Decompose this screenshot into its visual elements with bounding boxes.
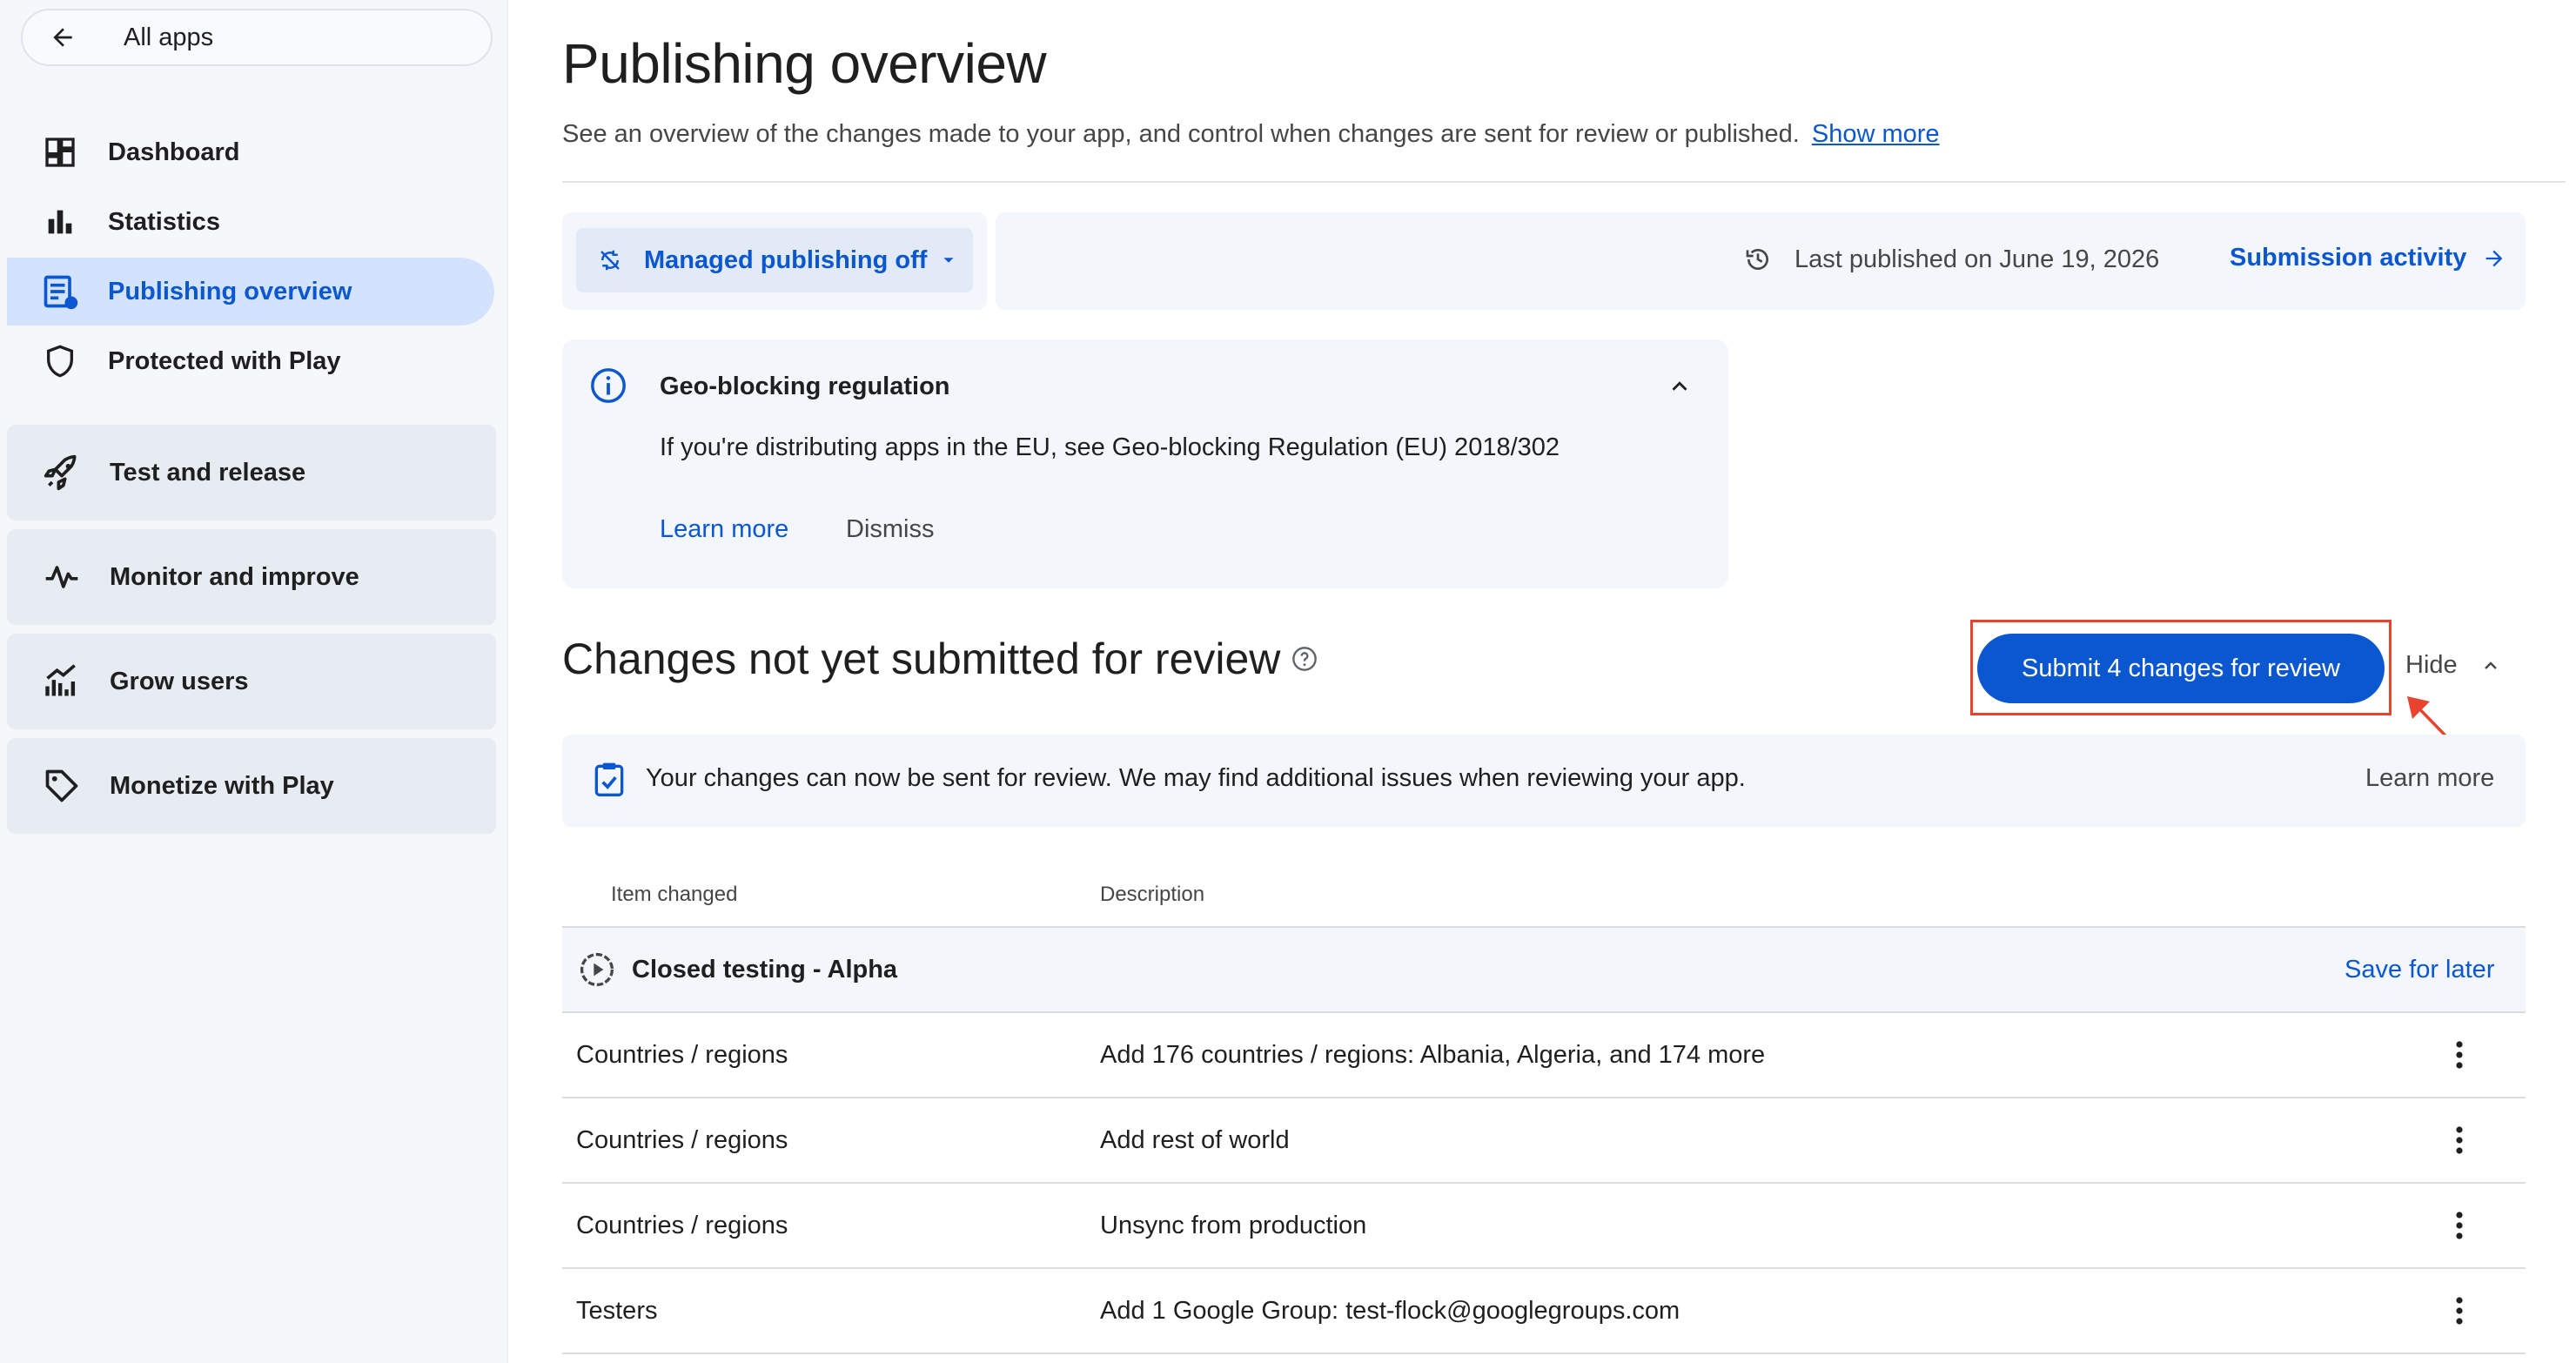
sidebar-item-label: Statistics: [108, 207, 220, 236]
changes-section-title: Changes not yet submitted for review: [562, 634, 1320, 684]
sidebar-item-dashboard[interactable]: Dashboard: [7, 118, 494, 186]
sidebar-group-test-and-release[interactable]: Test and release: [7, 425, 496, 520]
dashboard-icon: [40, 132, 80, 172]
show-more-link[interactable]: Show more: [1812, 120, 1940, 148]
hide-label: Hide: [2405, 651, 2458, 679]
more-vert-icon[interactable]: [2444, 1292, 2475, 1330]
arrow-forward-icon: [2482, 246, 2510, 271]
title-divider: [562, 181, 2566, 183]
sidebar-item-label: Dashboard: [108, 138, 240, 166]
submission-activity-link[interactable]: Submission activity: [2230, 244, 2510, 272]
table-cell-item: Countries / regions: [576, 1126, 788, 1154]
geo-blocking-body: If you're distributing apps in the EU, s…: [660, 433, 1560, 461]
sidebar: All apps Dashboard Statistics Publishing…: [0, 0, 506, 1363]
rocket-icon: [40, 451, 84, 494]
table-cell-item: Countries / regions: [576, 1212, 788, 1239]
sync-disabled-icon: [597, 245, 627, 275]
shield-icon: [40, 341, 80, 381]
group-label: Closed testing - Alpha: [632, 956, 898, 984]
managed-publishing-label: Managed publishing off: [644, 245, 928, 274]
sidebar-item-protected-with-play[interactable]: Protected with Play: [7, 327, 494, 395]
table-divider: [562, 1011, 2526, 1013]
sidebar-group-monitor-and-improve[interactable]: Monitor and improve: [7, 529, 496, 625]
geo-learn-more-link[interactable]: Learn more: [660, 515, 788, 544]
help-icon[interactable]: [1291, 644, 1320, 674]
table-cell-description: Unsync from production: [1100, 1212, 1367, 1239]
page-description: See an overview of the changes made to y…: [562, 120, 1940, 149]
sidebar-group-monetize-with-play[interactable]: Monetize with Play: [7, 738, 496, 834]
sidebar-group-label: Grow users: [110, 667, 249, 695]
sidebar-item-publishing-overview[interactable]: Publishing overview: [7, 258, 494, 326]
sidebar-item-statistics[interactable]: Statistics: [7, 188, 494, 256]
sidebar-group-label: Monetize with Play: [110, 771, 334, 800]
page-description-text: See an overview of the changes made to y…: [562, 120, 1800, 148]
table-cell-description: Add 176 countries / regions: Albania, Al…: [1100, 1041, 1766, 1069]
geo-blocking-title: Geo-blocking regulation: [660, 373, 950, 400]
arrow-back-icon: [45, 20, 80, 55]
tag-icon: [40, 764, 84, 808]
table-divider: [562, 1267, 2526, 1269]
publishing-icon: [40, 272, 80, 312]
sidebar-item-label: Publishing overview: [108, 277, 352, 306]
sidebar-group-label: Test and release: [110, 458, 306, 487]
info-icon: [588, 366, 628, 406]
review-learn-more-link[interactable]: Learn more: [2365, 764, 2494, 793]
table-cell-item: Testers: [576, 1297, 658, 1325]
last-published: Last published on June 19, 2026: [1744, 244, 2159, 275]
save-for-later-link[interactable]: Save for later: [2345, 956, 2494, 984]
submission-activity-label: Submission activity: [2230, 244, 2467, 272]
sidebar-group-grow-users[interactable]: Grow users: [7, 634, 496, 729]
table-cell-item: Countries / regions: [576, 1041, 788, 1069]
pulse-icon: [40, 555, 84, 599]
history-icon: [1744, 244, 1775, 275]
all-apps-button[interactable]: All apps: [21, 9, 493, 66]
table-divider: [562, 1353, 2526, 1354]
table-cell-description: Add rest of world: [1100, 1126, 1290, 1154]
all-apps-label: All apps: [124, 23, 214, 51]
table-divider: [562, 1097, 2526, 1098]
submit-changes-button[interactable]: Submit 4 changes for review: [1977, 634, 2385, 703]
table-cell-description: Add 1 Google Group: test-flock@googlegro…: [1100, 1297, 1680, 1325]
last-published-text: Last published on June 19, 2026: [1794, 245, 2160, 273]
hide-button[interactable]: Hide: [2405, 651, 2503, 680]
bar-chart-icon: [40, 202, 80, 242]
more-vert-icon[interactable]: [2444, 1206, 2475, 1245]
page-title: Publishing overview: [562, 32, 1047, 95]
managed-publishing-dropdown[interactable]: Managed publishing off: [576, 228, 973, 292]
column-header-description: Description: [1100, 883, 1205, 906]
more-vert-icon[interactable]: [2444, 1121, 2475, 1159]
more-vert-icon[interactable]: [2444, 1036, 2475, 1074]
sidebar-group-label: Monitor and improve: [110, 562, 359, 591]
geo-dismiss-button[interactable]: Dismiss: [846, 515, 935, 544]
caret-down-icon: [939, 251, 962, 270]
chevron-up-icon[interactable]: [1662, 369, 1697, 404]
sidebar-item-label: Protected with Play: [108, 346, 341, 375]
sidebar-divider: [506, 0, 508, 1363]
table-divider: [562, 1182, 2526, 1184]
review-notice-text: Your changes can now be sent for review.…: [646, 764, 1746, 792]
changes-title-text: Changes not yet submitted for review: [562, 634, 1281, 683]
grow-users-icon: [40, 660, 84, 703]
chevron-up-icon: [2480, 655, 2503, 676]
clipboard-check-icon: [590, 759, 628, 799]
column-header-item: Item changed: [611, 883, 738, 906]
play-circle-icon: [578, 950, 616, 989]
